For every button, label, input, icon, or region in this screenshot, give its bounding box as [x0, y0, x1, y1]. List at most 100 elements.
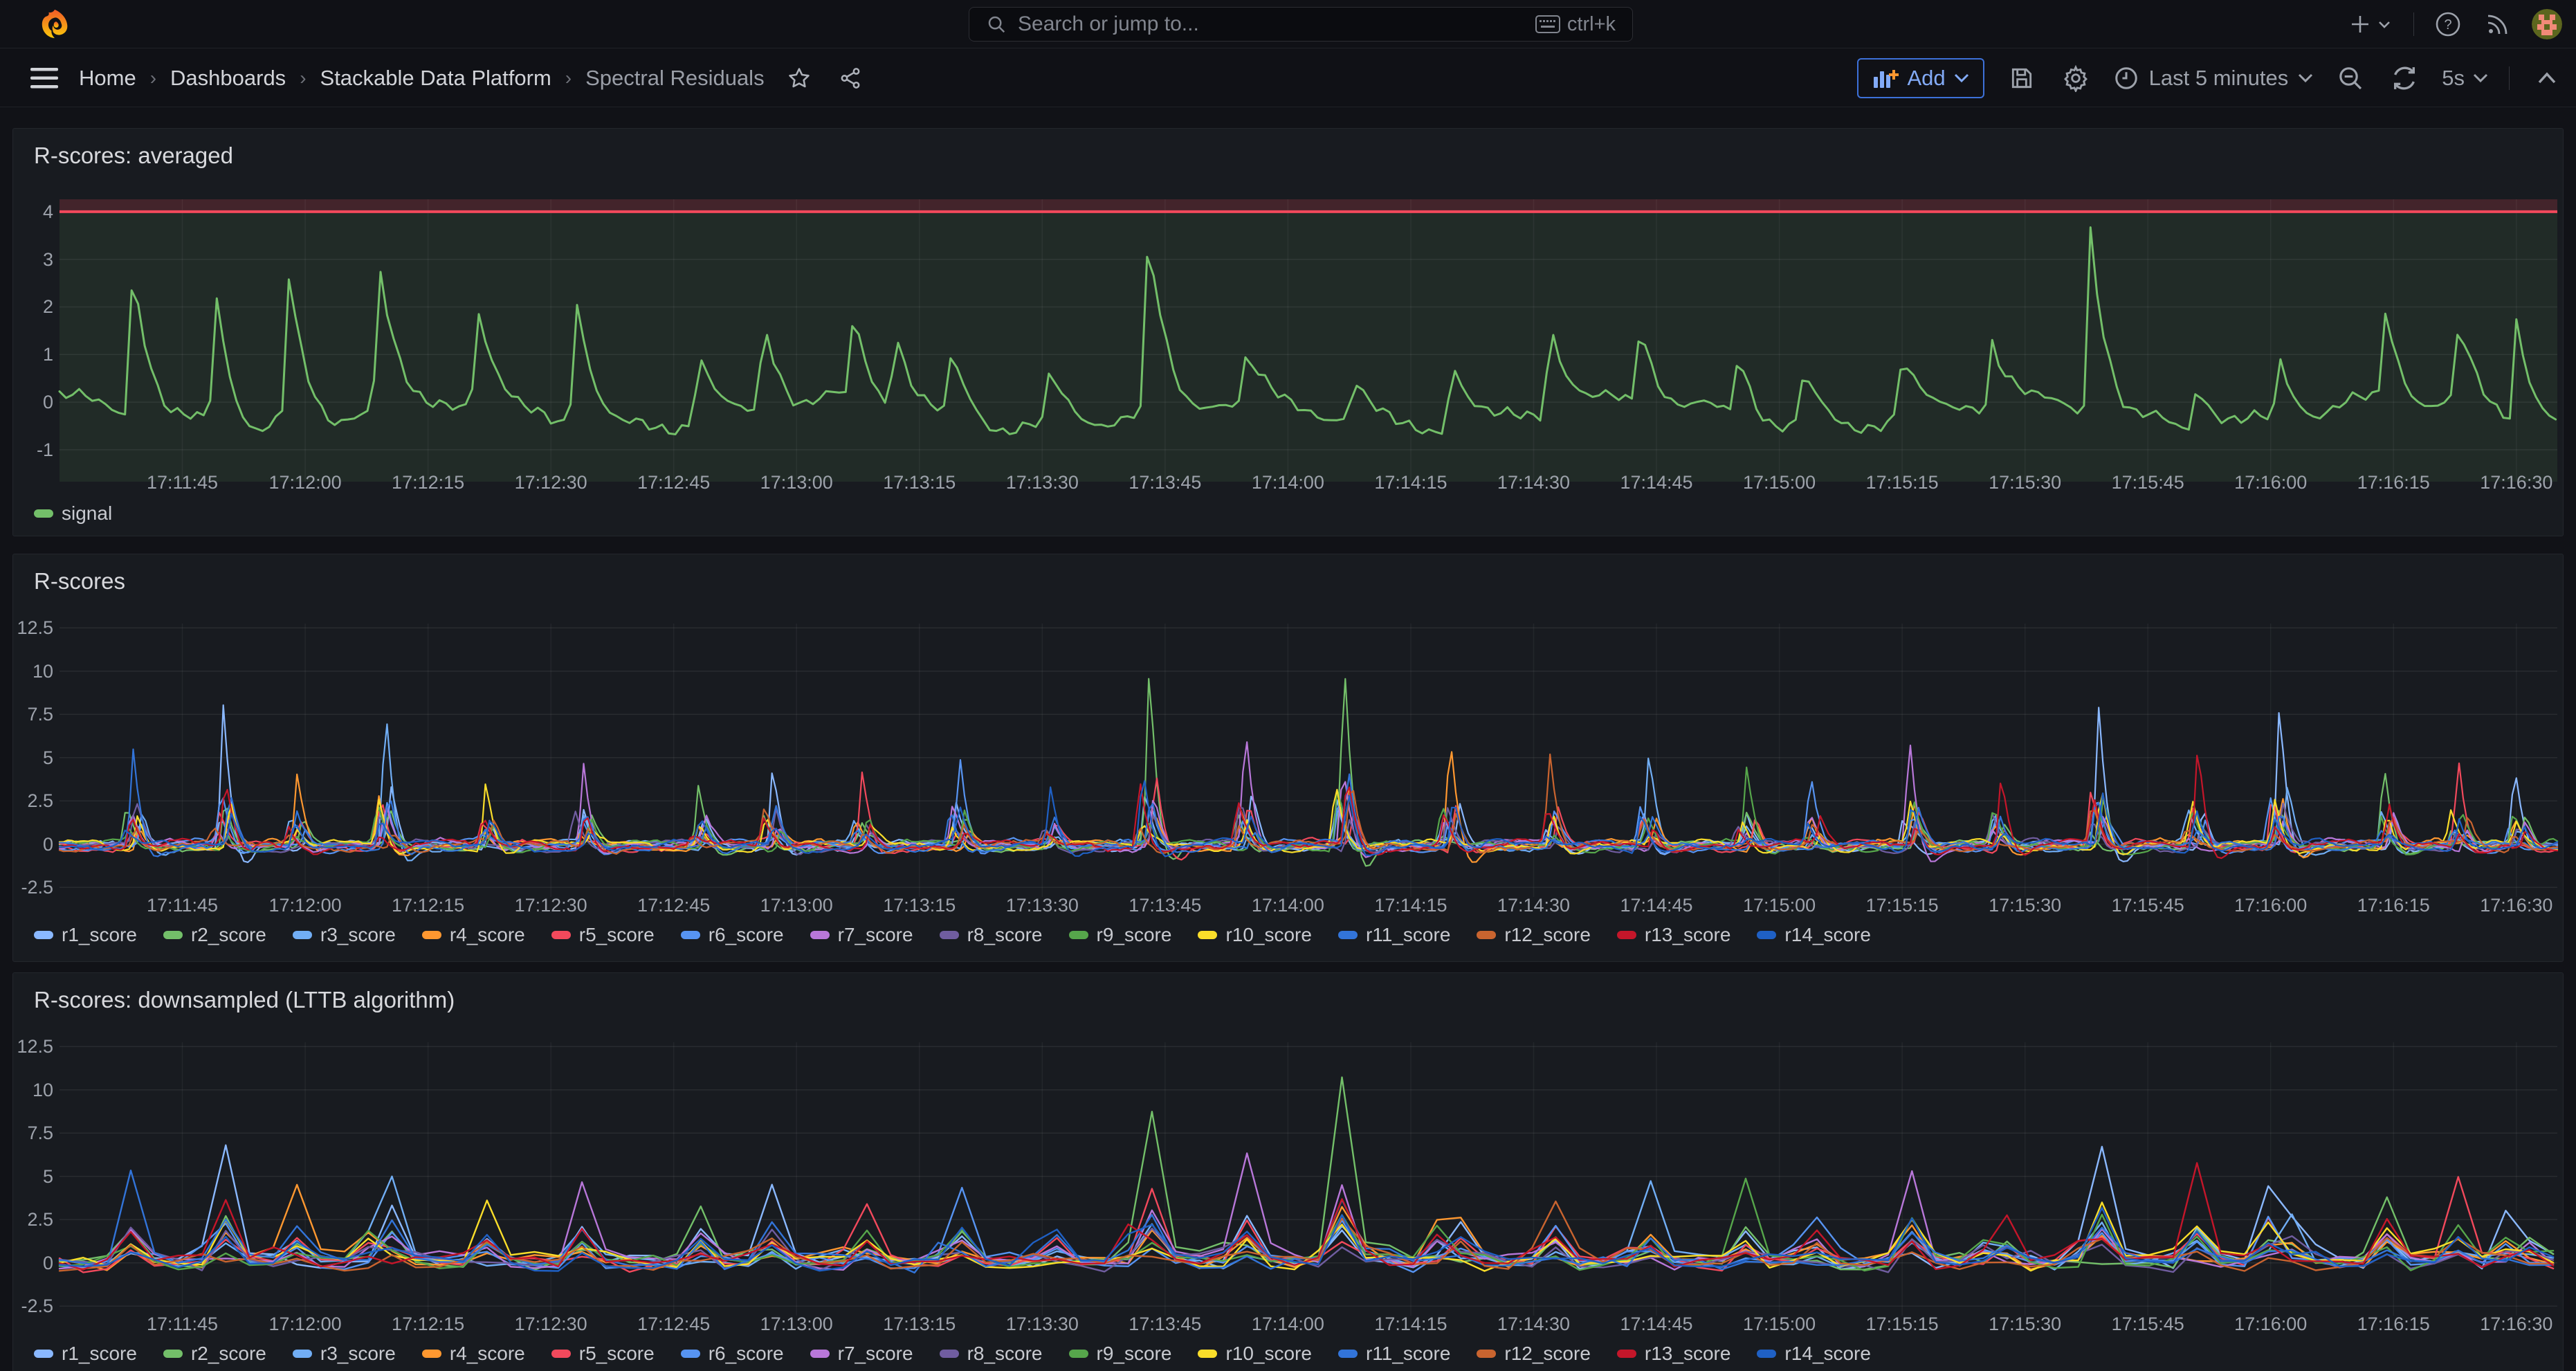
help-icon[interactable]: ? — [2432, 8, 2464, 40]
panel-title[interactable]: R-scores: downsampled (LTTB algorithm) — [34, 987, 455, 1013]
x-axis-tick-label: 17:13:45 — [1110, 895, 1221, 916]
x-axis-tick-label: 17:12:45 — [619, 472, 729, 493]
x-axis-tick-label: 17:14:45 — [1601, 895, 1712, 916]
legend-item-r4_score[interactable]: r4_score — [422, 1343, 525, 1365]
legend-item-r3_score[interactable]: r3_score — [293, 1343, 396, 1365]
panel-title[interactable]: R-scores: averaged — [34, 143, 233, 169]
legend-item-r5_score[interactable]: r5_score — [551, 1343, 655, 1365]
breadcrumb-dashboards[interactable]: Dashboards — [170, 66, 286, 91]
legend-item-r1_score[interactable]: r1_score — [34, 1343, 137, 1365]
legend-item-r6_score[interactable]: r6_score — [681, 924, 784, 946]
grafana-dashboard: Search or jump to... ctrl+k — [0, 0, 2576, 1371]
news-rss-icon[interactable] — [2482, 8, 2514, 40]
legend-item-r7_score[interactable]: r7_score — [810, 924, 913, 946]
y-axis-tick-label: 2 — [13, 296, 53, 318]
legend-item-r12_score[interactable]: r12_score — [1477, 1343, 1591, 1365]
search-input[interactable]: Search or jump to... ctrl+k — [969, 7, 1633, 42]
x-axis-tick-label: 17:16:15 — [2338, 1314, 2449, 1335]
legend-item-r1_score[interactable]: r1_score — [34, 924, 137, 946]
favorite-star-button[interactable] — [783, 62, 816, 95]
legend-swatch — [810, 1350, 830, 1358]
x-axis-tick-label: 17:13:30 — [987, 1314, 1097, 1335]
legend-item-signal[interactable]: signal — [34, 502, 112, 525]
legend-item-r11_score[interactable]: r11_score — [1338, 1343, 1450, 1365]
mega-menu-toggle[interactable] — [28, 62, 61, 95]
legend-item-r13_score[interactable]: r13_score — [1617, 924, 1731, 946]
legend-item-r6_score[interactable]: r6_score — [681, 1343, 784, 1365]
breadcrumb-home[interactable]: Home — [79, 66, 136, 91]
legend-label: r14_score — [1784, 924, 1871, 946]
legend-label: r7_score — [838, 924, 913, 946]
legend-item-r10_score[interactable]: r10_score — [1198, 1343, 1312, 1365]
legend-swatch — [34, 509, 53, 518]
legend-item-r8_score[interactable]: r8_score — [940, 924, 1043, 946]
refresh-interval-picker[interactable]: 5s — [2442, 66, 2488, 91]
x-axis-tick-label: 17:15:00 — [1724, 472, 1835, 493]
legend-item-r12_score[interactable]: r12_score — [1477, 924, 1591, 946]
zoom-out-button[interactable] — [2334, 62, 2367, 95]
legend-item-r7_score[interactable]: r7_score — [810, 1343, 913, 1365]
user-avatar[interactable] — [2532, 9, 2562, 39]
search-icon — [986, 14, 1007, 35]
x-axis-tick-label: 17:14:30 — [1478, 1314, 1589, 1335]
legend-label: r8_score — [967, 924, 1043, 946]
threshold-region-above — [60, 199, 2557, 212]
x-axis-tick-label: 17:12:30 — [495, 1314, 606, 1335]
legend-swatch — [1338, 931, 1358, 939]
legend-item-r8_score[interactable]: r8_score — [940, 1343, 1043, 1365]
legend-item-r4_score[interactable]: r4_score — [422, 924, 525, 946]
panel-title[interactable]: R-scores — [34, 568, 125, 594]
x-axis-tick-label: 17:15:15 — [1847, 895, 1957, 916]
y-axis-tick-label: 0 — [13, 1253, 53, 1274]
breadcrumb-folder[interactable]: Stackable Data Platform — [320, 66, 551, 91]
grafana-logo-icon[interactable] — [39, 8, 71, 40]
legend-item-r11_score[interactable]: r11_score — [1338, 924, 1450, 946]
legend-label: r13_score — [1645, 924, 1731, 946]
legend-label: r6_score — [709, 924, 784, 946]
x-axis-tick-label: 17:14:30 — [1478, 895, 1589, 916]
legend-item-r9_score[interactable]: r9_score — [1069, 924, 1172, 946]
x-axis-tick-label: 17:15:45 — [2092, 1314, 2203, 1335]
threshold-region-below — [60, 212, 2557, 482]
legend-label: r1_score — [62, 1343, 137, 1365]
x-axis-tick-label: 17:16:15 — [2338, 472, 2449, 493]
legend-swatch — [422, 931, 441, 939]
legend-item-r5_score[interactable]: r5_score — [551, 924, 655, 946]
legend-item-r3_score[interactable]: r3_score — [293, 924, 396, 946]
add-panel-button[interactable]: Add — [1857, 58, 1984, 98]
dashboard-toolbar: Home › Dashboards › Stackable Data Platf… — [0, 49, 2576, 107]
panel-r-scores: R-scores 12.5107.552.50-2.517:11:4517:12… — [12, 554, 2564, 962]
y-axis-tick-label: 5 — [13, 747, 53, 769]
share-button[interactable] — [834, 62, 867, 95]
x-axis-tick-label: 17:16:00 — [2216, 1314, 2326, 1335]
y-axis-tick-label: 12.5 — [13, 617, 53, 639]
x-axis-tick-label: 17:15:15 — [1847, 472, 1957, 493]
refresh-button[interactable] — [2388, 62, 2421, 95]
legend-label: r11_score — [1366, 1343, 1450, 1365]
new-menu-button[interactable] — [2347, 8, 2395, 40]
collapse-toolbar-button[interactable] — [2530, 62, 2564, 95]
refresh-interval-label: 5s — [2442, 66, 2465, 91]
legend: signal — [34, 502, 112, 525]
legend-item-r2_score[interactable]: r2_score — [163, 1343, 266, 1365]
legend-swatch — [1757, 1350, 1776, 1358]
x-axis-tick-label: 17:16:30 — [2461, 1314, 2572, 1335]
legend-item-r10_score[interactable]: r10_score — [1198, 924, 1312, 946]
x-axis-tick-label: 17:13:15 — [864, 1314, 975, 1335]
x-axis-tick-label: 17:15:30 — [1970, 895, 2081, 916]
legend-item-r2_score[interactable]: r2_score — [163, 924, 266, 946]
x-axis-tick-label: 17:15:00 — [1724, 895, 1835, 916]
legend-item-r13_score[interactable]: r13_score — [1617, 1343, 1731, 1365]
dashboard-settings-button[interactable] — [2059, 62, 2092, 95]
time-range-picker[interactable]: Last 5 minutes — [2113, 65, 2314, 91]
legend-item-r9_score[interactable]: r9_score — [1069, 1343, 1172, 1365]
x-axis-tick-label: 17:11:45 — [127, 472, 238, 493]
legend-item-r14_score[interactable]: r14_score — [1757, 1343, 1871, 1365]
legend-swatch — [163, 931, 183, 939]
legend-item-r14_score[interactable]: r14_score — [1757, 924, 1871, 946]
save-dashboard-button[interactable] — [2005, 62, 2038, 95]
legend-swatch — [551, 1350, 571, 1358]
legend-swatch — [1757, 931, 1776, 939]
legend-swatch — [34, 1350, 53, 1358]
x-axis-tick-label: 17:12:45 — [619, 895, 729, 916]
